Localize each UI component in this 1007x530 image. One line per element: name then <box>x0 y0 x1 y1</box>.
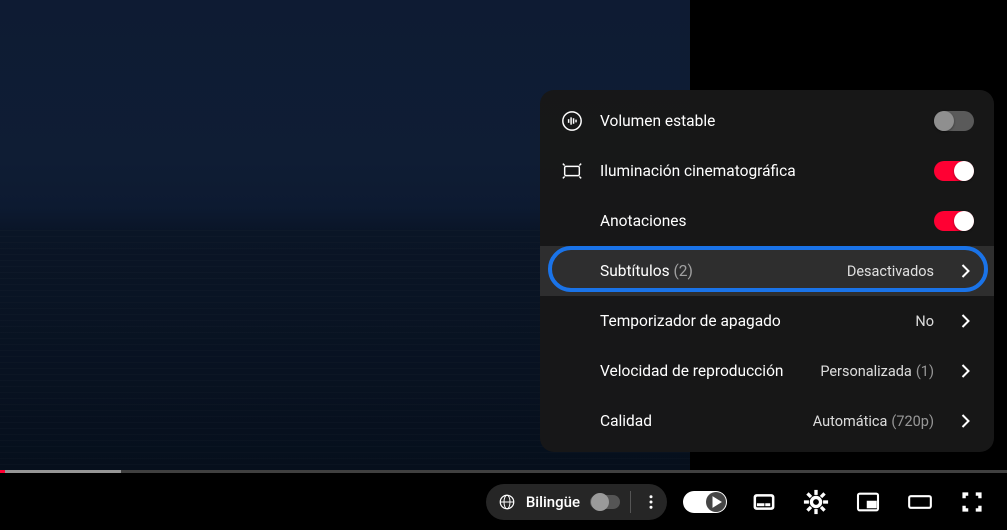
subtitles-label: Subtítulos (2) <box>600 262 831 280</box>
bilingual-pill[interactable]: Bilingüe <box>486 484 667 520</box>
captions-button[interactable] <box>743 481 785 523</box>
subtitles-label-text: Subtítulos <box>600 262 670 280</box>
annotations-label: Anotaciones <box>600 212 918 230</box>
speed-value-detail: (1) <box>916 363 934 380</box>
settings-button[interactable] <box>795 481 837 523</box>
control-bar: Bilingüe <box>0 473 1007 530</box>
speed-label: Velocidad de reproducción <box>600 362 804 380</box>
speed-value: Personalizada (1) <box>820 363 934 380</box>
chevron-right-icon <box>956 314 974 328</box>
subtitles-count: (2) <box>673 262 692 280</box>
quality-label: Calidad <box>600 412 797 430</box>
ambient-icon <box>560 159 584 183</box>
stable-volume-label: Volumen estable <box>600 112 918 130</box>
video-player: Volumen estable Iluminación cinematográf… <box>0 0 1007 530</box>
fullscreen-button[interactable] <box>951 481 993 523</box>
autoplay-toggle[interactable] <box>683 491 727 513</box>
autoplay-toggle-button[interactable] <box>677 481 733 523</box>
settings-row-annotations[interactable]: Anotaciones <box>540 196 994 246</box>
annotations-switch[interactable] <box>934 211 974 231</box>
play-icon <box>706 492 726 512</box>
settings-row-ambient[interactable]: Iluminación cinematográfica <box>540 146 994 196</box>
miniplayer-button[interactable] <box>847 481 889 523</box>
chevron-right-icon <box>956 264 974 278</box>
settings-row-speed[interactable]: Velocidad de reproducción Personalizada … <box>540 346 994 396</box>
stable-volume-switch[interactable] <box>934 111 974 131</box>
subtitles-value: Desactivados <box>847 263 934 280</box>
bilingual-toggle[interactable] <box>590 495 620 509</box>
sleep-timer-label: Temporizador de apagado <box>600 312 899 330</box>
bilingual-divider <box>630 491 631 513</box>
chevron-right-icon <box>956 414 974 428</box>
ambient-switch[interactable] <box>934 161 974 181</box>
quality-value-detail: (720p) <box>891 413 934 430</box>
settings-row-quality[interactable]: Calidad Automática (720p) <box>540 396 994 446</box>
settings-row-subtitles[interactable]: Subtítulos (2) Desactivados <box>540 246 994 296</box>
quality-value: Automática (720p) <box>813 413 934 430</box>
more-vertical-icon[interactable] <box>641 493 661 511</box>
quality-value-main: Automática <box>813 413 888 430</box>
chevron-right-icon <box>956 364 974 378</box>
settings-row-stable-volume[interactable]: Volumen estable <box>540 96 994 146</box>
globe-icon <box>498 493 516 511</box>
settings-menu: Volumen estable Iluminación cinematográf… <box>540 90 994 452</box>
settings-row-sleep-timer[interactable]: Temporizador de apagado No <box>540 296 994 346</box>
bilingual-label: Bilingüe <box>526 493 580 511</box>
stable-volume-icon <box>560 109 584 133</box>
speed-value-main: Personalizada <box>820 363 912 380</box>
theater-mode-button[interactable] <box>899 481 941 523</box>
ambient-label: Iluminación cinematográfica <box>600 162 918 180</box>
sleep-timer-value: No <box>915 313 934 330</box>
